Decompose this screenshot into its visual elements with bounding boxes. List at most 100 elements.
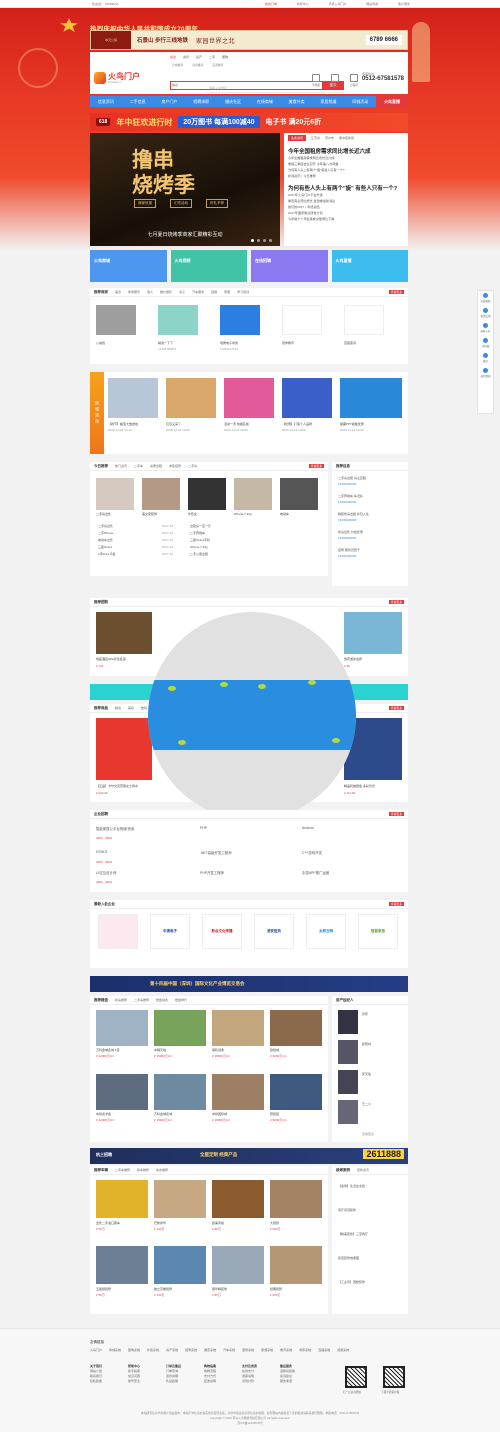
tile-jobs[interactable]: 在线招聘 (251, 250, 328, 282)
search-category-select[interactable]: 信息 (172, 83, 178, 87)
bottom-ad[interactable]: 杭三招聘 全屋定制 经典产品 2611888 (90, 1148, 408, 1164)
merchant-name[interactable]: 胡说一下下 (158, 341, 173, 345)
search-group[interactable]: 商家推荐 (192, 63, 203, 67)
car-title[interactable]: 五星级别墅 (96, 1287, 111, 1291)
search-tab[interactable]: 团购 (222, 55, 228, 59)
classified-image[interactable] (188, 478, 226, 510)
panel-tab[interactable]: 求职招聘 (169, 464, 181, 468)
job-title[interactable]: PHP开发工程师 (200, 870, 224, 875)
wechat-icon[interactable]: 微信 (331, 74, 339, 87)
classified-title[interactable]: 外套女 (188, 512, 197, 516)
friend-link[interactable]: 外卖系统 (147, 1348, 159, 1352)
news-item[interactable]: 今年前十个月新房成交量同比下降 (288, 216, 404, 222)
job-title[interactable]: HTML5 (96, 850, 107, 854)
panel-tab[interactable]: 新车推荐 (137, 1168, 149, 1172)
more-button[interactable]: 查看更多 (308, 464, 324, 468)
classified-row[interactable]: 出租房一室一厅 (190, 524, 211, 528)
job-title[interactable]: UI交互设计师 (96, 870, 116, 875)
activity-title[interactable]: 【优惠】打造个人品牌 (282, 422, 312, 426)
agents-more[interactable]: 查看更多 (362, 1132, 374, 1136)
agent-avatar[interactable] (338, 1100, 358, 1124)
search-tab[interactable]: 综合 (170, 55, 176, 59)
company-logo[interactable]: 中澳电子 (150, 914, 190, 949)
news-tab[interactable]: 江苏省 (311, 136, 320, 140)
service-icon[interactable]: 在线客服 (478, 291, 493, 306)
classified-row[interactable]: 二手奔驰车 (190, 531, 205, 535)
merchant-icon[interactable]: 商家入驻 (478, 321, 493, 336)
car-title[interactable]: 豪华精装修 (212, 1287, 227, 1291)
property-title[interactable]: 万科金域名城 1室 (96, 1048, 120, 1052)
friend-link[interactable]: 装修系统 (242, 1348, 254, 1352)
friend-link[interactable]: 火鸟门户 (90, 1348, 102, 1352)
classified-image[interactable] (96, 478, 134, 510)
news-headline[interactable]: 今年全国租房需求同比增长近六成 (288, 147, 404, 155)
car-image[interactable] (96, 1246, 148, 1284)
agent-avatar[interactable] (338, 1070, 358, 1094)
panel-tab[interactable]: 楼盘动态 (156, 998, 168, 1002)
panel-tab[interactable]: 精选 (115, 706, 121, 710)
panel-tab[interactable]: 装修资讯 (357, 1168, 369, 1172)
panel-tab[interactable]: 二手车推荐 (115, 1168, 130, 1172)
news-tab[interactable]: 吴中区新闻 (339, 136, 354, 140)
agent-name[interactable]: 宋天佑 (362, 1072, 371, 1076)
agent-avatar[interactable] (338, 1010, 358, 1034)
car-title[interactable]: 欧美风格 (212, 1221, 224, 1225)
nav-item[interactable]: 美食外卖 (281, 96, 313, 107)
groupbuy-title[interactable]: 悦府游泳会所 (344, 657, 362, 661)
top-link-sitemap[interactable]: 网站导航 (366, 0, 378, 8)
company-logo[interactable]: 太和云网 (306, 914, 346, 949)
company-logo[interactable]: 和合文化传播 (202, 914, 242, 949)
classified-title[interactable]: 美女家装饰 (142, 512, 157, 516)
classified-row[interactable]: 电动车出售 (98, 538, 113, 542)
panel-tab[interactable]: 推荐商品 (94, 706, 108, 711)
panel-tab[interactable]: 推荐商家 (94, 290, 108, 295)
friend-link[interactable]: 汽车系统 (223, 1348, 235, 1352)
bird-logo-icon[interactable] (94, 72, 106, 84)
tile-mall[interactable]: 火鸟商城 (90, 250, 167, 282)
recommend-item[interactable]: 二手奔驰车 车况好 (338, 494, 363, 498)
nav-item[interactable]: 在线商城 (249, 96, 281, 107)
property-image[interactable] (154, 1010, 206, 1046)
image-slider[interactable]: 撸串 烧烤季 商家优惠 汇吃活动 好礼不停 七月夏日烧烤季商家汇聚精彩互动 (90, 133, 280, 246)
groupbuy-image[interactable] (344, 612, 402, 654)
panel-tab[interactable]: 二手房 (188, 464, 197, 468)
top-ad[interactable]: 中天公馆 石景山 步行三线地铁 家园世界之北 6789 6666 (90, 30, 408, 50)
mobile-icon[interactable]: 手机版 (478, 336, 493, 351)
back-to-top-icon[interactable]: 返回顶部 (478, 366, 493, 381)
nav-item[interactable]: 家居频道 (313, 96, 345, 107)
slider-dot[interactable] (269, 239, 272, 242)
classified-image[interactable] (234, 478, 272, 510)
nav-item[interactable]: 同城活动 (344, 96, 376, 107)
footer-link[interactable]: 账号安全 (128, 1379, 140, 1384)
property-image[interactable] (212, 1074, 264, 1110)
car-image[interactable] (96, 1180, 148, 1218)
merchant-name[interactable]: 慧学教育 (282, 341, 294, 345)
news-tab[interactable]: 苏州市 (325, 136, 334, 140)
footer-link[interactable]: 隐私政策 (90, 1379, 102, 1384)
recommend-item[interactable]: 招聘 服务员若干 (338, 548, 360, 552)
job-title[interactable]: C++游戏开发 (302, 850, 322, 855)
panel-tab[interactable]: 推荐车辆 (94, 1168, 108, 1173)
popup-overlay[interactable] (148, 612, 356, 820)
recommend-item[interactable]: 二手房出租 房主直租 (338, 476, 366, 480)
car-title[interactable]: 巴黎奢华 (154, 1221, 166, 1225)
friend-link[interactable]: 直播系统 (318, 1348, 330, 1352)
decor-item[interactable]: 客厅吊顶装修 (338, 1208, 356, 1212)
slider-dot[interactable] (251, 239, 254, 242)
activity-image[interactable] (166, 378, 216, 418)
property-title[interactable]: 保利领秀 (212, 1048, 224, 1052)
merchant-name[interactable]: 八块钱 (96, 341, 105, 345)
panel-tab[interactable]: 婚纱摄影 (160, 290, 172, 294)
decor-item[interactable]: 【案例】生活在北欧 (338, 1184, 365, 1188)
merchant-image[interactable] (158, 305, 198, 335)
search-tab[interactable]: 二手 (209, 55, 215, 59)
panel-tab[interactable]: 二手房推荐 (134, 998, 149, 1002)
panel-tab[interactable]: 二手车 (134, 464, 143, 468)
groupbuy-image[interactable] (96, 612, 152, 654)
friend-link[interactable]: 教育系统 (280, 1348, 292, 1352)
panel-tab[interactable]: 今日推荐 (94, 464, 108, 469)
panel-tab[interactable]: 亲子 (179, 290, 185, 294)
classified-row[interactable]: 三星Note4 (98, 545, 112, 549)
property-title[interactable]: 中粮天地 (154, 1048, 166, 1052)
slider-dot[interactable] (257, 239, 260, 242)
